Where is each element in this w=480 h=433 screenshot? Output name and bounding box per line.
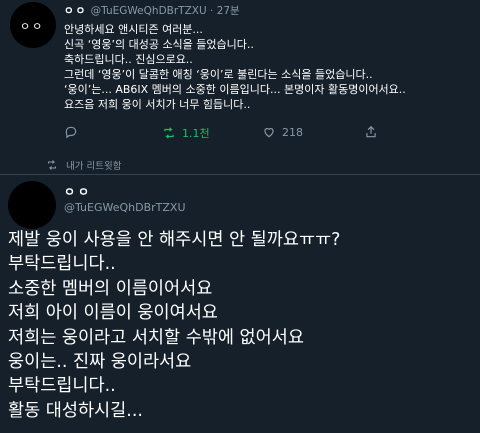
tweet-line: 저희 아이 이름이 웅이여서요 (8, 303, 218, 324)
retweeted-label: 내가 리트윗함 (66, 161, 122, 172)
display-name[interactable]: ㅇㅇ (64, 5, 87, 17)
display-name[interactable]: ㅇㅇ (64, 183, 92, 200)
retweet-count: 1.1천 (182, 127, 210, 140)
like-button[interactable]: 218 (262, 125, 303, 139)
tweet-line: 소중한 멤버의 이름이어서요 (8, 278, 213, 299)
tweet-line: 부탁드립니다.. (8, 254, 116, 275)
tweet-reply[interactable]: ㅇㅇ @TuEGWeQhDBrTZXU 제발 웅이 사용을 안 해주시면 안 될… (0, 175, 480, 433)
avatar-text: ㅇㅇ (20, 20, 45, 33)
avatar[interactable] (8, 181, 56, 229)
share-button[interactable] (364, 125, 378, 139)
tweet-text: 제발 웅이 사용을 안 해주시면 안 될까요ㅠㅠ? 부탁드립니다.. 소중한 멤… (8, 228, 474, 423)
tweet-text: 안녕하세요 앤시티즌 여러분... 신곡 ‘영웅’의 대성공 소식을 들었습니다… (64, 22, 474, 112)
tweet-line: 축하드립니다.. 진심으로요.. (64, 53, 193, 66)
tweet-line: ‘웅이’는... AB6IX 멤버의 소중한 이름입니다... 본명이자 활동명… (64, 83, 406, 96)
separator-dot: · (210, 5, 214, 17)
retweet-icon (164, 127, 174, 139)
tweet-line: 저희는 웅이라고 서치할 수밖에 없어서요 (8, 327, 304, 348)
user-handle[interactable]: @TuEGWeQhDBrTZXU (91, 5, 207, 17)
reply-button[interactable] (64, 125, 78, 139)
tweet-line: 활동 대성하시길... (8, 400, 143, 421)
tweet-original[interactable]: ㅇㅇ ㅇㅇ @TuEGWeQhDBrTZXU · 27분 안녕하세요 앤시티즌 … (0, 0, 480, 190)
user-handle[interactable]: @TuEGWeQhDBrTZXU (64, 201, 186, 214)
retweet-small-icon (48, 160, 56, 170)
tweet-line: 웅이는.. 진짜 웅이라서요 (8, 352, 192, 373)
reply-icon (65, 126, 77, 139)
tweet-time[interactable]: 27분 (217, 5, 240, 17)
tweet-line: 신곡 ‘영웅’의 대성공 소식을 들었습니다.. (64, 38, 254, 51)
tweet-header: ㅇㅇ @TuEGWeQhDBrTZXU · 27분 (64, 3, 240, 18)
retweet-button[interactable]: 1.1천 (162, 125, 210, 141)
tweet-line: 안녕하세요 앤시티즌 여러분... (64, 23, 203, 36)
tweet-line: 제발 웅이 사용을 안 해주시면 안 될까요ㅠㅠ? (8, 230, 341, 250)
like-count: 218 (282, 125, 303, 139)
share-icon (366, 125, 376, 138)
tweet-line: 부탁드립니다.. (8, 376, 116, 397)
tweet-actions: 1.1천 218 (64, 125, 454, 143)
like-icon (264, 128, 274, 138)
tweet-line: 그런데 ‘영웅’이 달콤한 애칭 ‘웅이’로 불린다는 소식을 들었습니다.. (64, 68, 373, 81)
retweeted-indicator: 내가 리트윗함 (46, 158, 121, 172)
tweet-line: 요즈음 저희 웅이 서치가 너무 힘듭니다.. (64, 98, 251, 111)
avatar[interactable]: ㅇㅇ (10, 2, 56, 48)
